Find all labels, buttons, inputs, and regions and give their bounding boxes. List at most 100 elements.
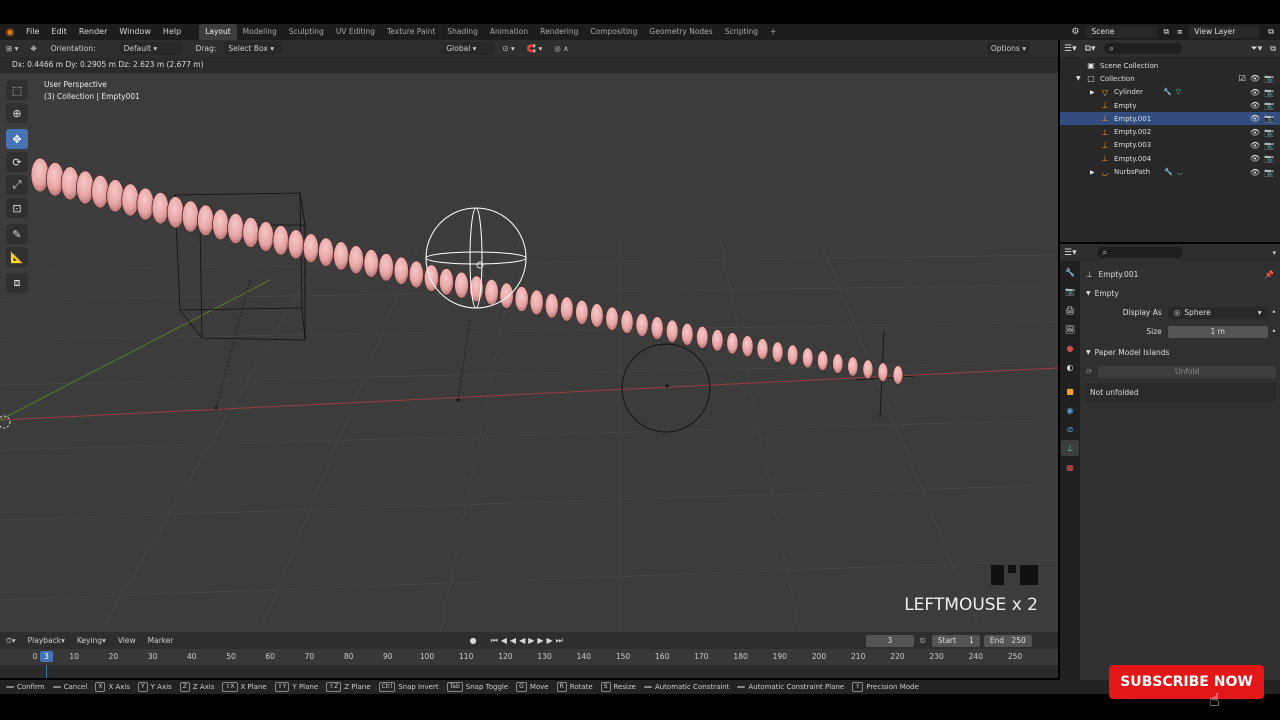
display-mode-icon[interactable]: ⧉▾ — [1085, 44, 1096, 54]
tab-texture-paint[interactable]: Texture Paint — [381, 24, 441, 40]
start-frame-field[interactable]: Start 1 — [931, 634, 980, 647]
tab-shading[interactable]: Shading — [441, 24, 483, 40]
visibility-toggles[interactable]: 👁 📷 — [1250, 128, 1274, 137]
properties-options-icon[interactable]: ▾ — [1272, 249, 1276, 257]
scale-tool-icon[interactable]: ⤢ — [6, 175, 28, 195]
keying-menu[interactable]: Keying ▾ — [73, 634, 110, 647]
view-layer-selector[interactable]: View Layer — [1188, 26, 1261, 38]
outliner-item-cylinder[interactable]: ▶ ▽ Cylinder 🔧 ▽ 👁 📷 — [1060, 86, 1280, 99]
visibility-toggles[interactable]: 👁 📷 — [1250, 168, 1274, 177]
object-tab-icon[interactable]: ■ — [1061, 383, 1079, 399]
visibility-toggles[interactable]: ☑ 👁 📷 — [1239, 74, 1274, 83]
size-field[interactable]: 1 m — [1167, 325, 1268, 338]
transform-tool-icon[interactable]: ✥ — [26, 42, 40, 55]
unfold-button[interactable]: Unfold — [1098, 365, 1276, 378]
add-workspace-button[interactable]: + — [764, 24, 782, 40]
orientation-dropdown[interactable]: Default ▾ — [119, 42, 182, 55]
timeline-ruler[interactable]: 0 10 20 30 40 50 60 70 80 90 100 110 120 130 140 150 160… — [0, 649, 1058, 665]
visibility-toggles[interactable]: 👁 📷 — [1250, 154, 1274, 163]
playhead-frame-indicator[interactable]: 3 — [40, 651, 53, 662]
refresh-icon[interactable]: ⟳ — [1086, 367, 1092, 376]
playback-menu[interactable]: Playback ▾ — [24, 634, 69, 647]
3d-viewport[interactable]: ⊞ ▾ ✥ Orientation: Default ▾ Drag: Selec… — [0, 40, 1058, 632]
collection-row[interactable]: ▼ ▢ Collection ☑ 👁 📷 — [1060, 72, 1280, 85]
properties-search-input[interactable]: ⌕ — [1096, 247, 1183, 258]
filter-icon[interactable]: ⏷▾ — [1251, 44, 1263, 54]
rotate-tool-icon[interactable]: ⟳ — [6, 152, 28, 172]
tab-uv-editing[interactable]: UV Editing — [330, 24, 381, 40]
view-menu[interactable]: View — [114, 634, 140, 647]
measure-tool-icon[interactable]: 📐 — [6, 247, 28, 267]
tab-rendering[interactable]: Rendering — [534, 24, 584, 40]
constraints-tab-icon[interactable]: ⊘ — [1061, 421, 1079, 437]
clock-icon[interactable]: ⏲ — [920, 636, 926, 646]
options-dropdown[interactable]: Options ▾ — [986, 42, 1030, 55]
proportional-edit-icon[interactable]: ◎ ∧ — [550, 42, 572, 55]
snap-icon[interactable]: 🧲 ▾ — [523, 42, 547, 55]
cursor-tool-icon[interactable]: ⊕ — [6, 103, 28, 123]
tab-compositing[interactable]: Compositing — [584, 24, 643, 40]
panel-collapse-icon[interactable]: ▼ — [1086, 349, 1091, 356]
pivot-icon[interactable]: ⊙ ▾ — [498, 42, 518, 55]
scene-tab-icon[interactable]: ● — [1061, 340, 1079, 356]
pin-icon[interactable]: 📌 — [1265, 270, 1274, 279]
visibility-toggles[interactable]: 👁 📷 — [1250, 141, 1274, 150]
tab-scripting[interactable]: Scripting — [719, 24, 764, 40]
expand-arrow-icon[interactable]: ▶ — [1090, 169, 1100, 176]
timeline-track-area[interactable] — [0, 665, 1058, 678]
transform-space-dropdown[interactable]: Global ▾ — [442, 42, 495, 55]
outliner-item-empty-002[interactable]: ⊥ Empty.002 👁 📷 — [1060, 125, 1280, 138]
new-view-layer-icon[interactable]: ⧉ — [1268, 27, 1274, 37]
tool-tab-icon[interactable]: 🔧 — [1061, 264, 1079, 280]
subscribe-button[interactable]: SUBSCRIBE NOW — [1109, 665, 1264, 699]
viewport-canvas[interactable] — [0, 40, 1058, 632]
tab-animation[interactable]: Animation — [484, 24, 534, 40]
tab-modeling[interactable]: Modeling — [237, 24, 283, 40]
circle-empty[interactable] — [621, 343, 711, 433]
panel-paper-header[interactable]: ▼ Paper Model Islands — [1086, 343, 1276, 362]
editor-type-icon[interactable]: ⊞ ▾ — [2, 42, 22, 55]
tab-geometry-nodes[interactable]: Geometry Nodes — [643, 24, 718, 40]
transform-tool-icon[interactable]: ⊡ — [6, 198, 28, 218]
new-collection-icon[interactable]: ⧉ — [1270, 44, 1276, 54]
current-frame-field[interactable]: 3 — [865, 634, 914, 647]
render-tab-icon[interactable]: 📷 — [1061, 283, 1079, 299]
tab-sculpting[interactable]: Sculpting — [283, 24, 330, 40]
visibility-toggles[interactable]: 👁 📷 — [1250, 114, 1274, 123]
timeline-editor-icon[interactable]: ⏱▾ — [2, 634, 20, 647]
menu-edit[interactable]: Edit — [45, 24, 73, 40]
outliner-editor-icon[interactable]: ☰▾ — [1064, 44, 1077, 54]
menu-window[interactable]: Window — [113, 24, 157, 40]
keyframe-dot-icon[interactable]: • — [1272, 308, 1276, 317]
object-data-tab-icon[interactable]: ⊥ — [1061, 440, 1079, 456]
end-frame-field[interactable]: End 250 — [983, 634, 1032, 647]
object-name[interactable]: Empty.001 — [1099, 270, 1139, 279]
scene-selector[interactable]: Scene — [1085, 26, 1158, 38]
menu-file[interactable]: File — [20, 24, 45, 40]
keyframe-dot-icon[interactable]: • — [1272, 327, 1276, 336]
menu-render[interactable]: Render — [73, 24, 113, 40]
world-tab-icon[interactable]: ◐ — [1061, 359, 1079, 375]
annotate-tool-icon[interactable]: ✎ — [6, 224, 28, 244]
drag-dropdown[interactable]: Select Box ▾ — [224, 42, 283, 55]
physics-tab-icon[interactable]: ◉ — [1061, 402, 1079, 418]
tab-layout[interactable]: Layout — [199, 24, 237, 40]
texture-tab-icon[interactable]: ▦ — [1061, 459, 1079, 475]
outliner-item-empty[interactable]: ⊥ Empty 👁 📷 — [1060, 99, 1280, 112]
outliner-item-empty-004[interactable]: ⊥ Empty.004 👁 📷 — [1060, 152, 1280, 165]
move-tool-icon[interactable]: ✥ — [6, 129, 28, 149]
expand-arrow-icon[interactable]: ▼ — [1076, 75, 1086, 82]
visibility-toggles[interactable]: 👁 📷 — [1250, 101, 1274, 110]
outliner-item-empty-001[interactable]: ⊥ Empty.001 👁 📷 — [1060, 112, 1280, 126]
expand-arrow-icon[interactable]: ▶ — [1090, 89, 1100, 96]
visibility-toggles[interactable]: 👁 📷 — [1250, 88, 1274, 97]
properties-editor-icon[interactable]: ☰▾ — [1064, 248, 1077, 258]
bead-chain[interactable] — [30, 157, 904, 385]
blender-logo-icon[interactable]: ◉ — [0, 24, 20, 40]
record-icon[interactable]: ● — [470, 636, 477, 645]
display-as-dropdown[interactable]: ◎ Sphere ▾ — [1167, 306, 1268, 319]
panel-empty-header[interactable]: ▼ Empty — [1086, 284, 1276, 303]
playback-controls[interactable]: ⏮◀◀◀▶▶▶⏭ — [491, 636, 566, 646]
outliner-search-input[interactable]: ⌕ — [1103, 43, 1182, 54]
select-box-tool-icon[interactable]: ⬚ — [6, 80, 28, 100]
